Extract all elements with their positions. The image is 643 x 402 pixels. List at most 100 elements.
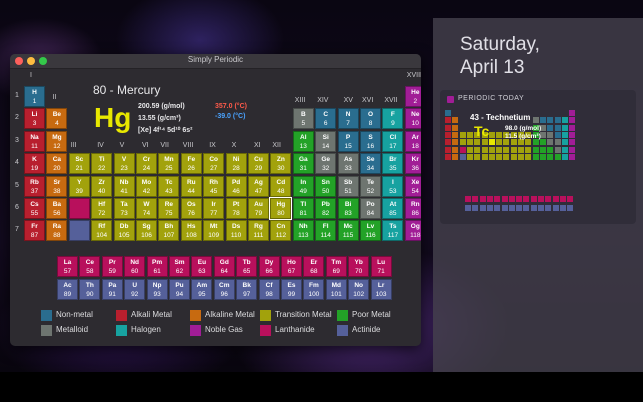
element-cell[interactable]: Gd 64 xyxy=(213,256,235,277)
element-cell[interactable]: Sn 50 xyxy=(315,175,337,197)
element-cell[interactable]: He 2 xyxy=(404,86,421,107)
element-cell[interactable]: Th 90 xyxy=(79,279,101,300)
element-cell[interactable]: As 33 xyxy=(337,153,359,175)
element-cell[interactable]: Bk 97 xyxy=(236,279,258,300)
element-cell[interactable]: Ta 73 xyxy=(113,198,135,219)
element-cell[interactable]: Si 14 xyxy=(315,130,337,152)
element-cell[interactable]: Bh 107 xyxy=(158,220,180,242)
element-cell[interactable]: Cd 48 xyxy=(270,175,292,197)
element-cell[interactable]: Ni 28 xyxy=(225,153,247,175)
element-cell[interactable]: Cl 17 xyxy=(382,130,404,152)
element-cell[interactable]: Tb 65 xyxy=(236,256,258,277)
element-cell[interactable]: Au 79 xyxy=(248,198,269,219)
element-cell[interactable]: Mo 42 xyxy=(136,175,157,197)
element-cell[interactable]: Pb 82 xyxy=(315,198,337,219)
element-cell[interactable]: Ti 22 xyxy=(91,153,113,175)
element-cell[interactable]: Li 3 xyxy=(24,108,45,130)
element-cell[interactable]: Ag 47 xyxy=(248,175,269,197)
element-cell[interactable]: Cf 98 xyxy=(258,279,280,300)
title-bar[interactable]: Simply Periodic xyxy=(10,54,421,69)
element-cell[interactable]: Pu 94 xyxy=(169,279,190,300)
element-cell[interactable]: Nd 60 xyxy=(124,256,146,277)
element-cell[interactable]: Sm 62 xyxy=(169,256,190,277)
element-cell[interactable]: Fe 26 xyxy=(180,153,202,175)
element-cell[interactable]: Nh 113 xyxy=(292,220,314,242)
element-cell[interactable]: Sr 38 xyxy=(46,175,68,197)
element-cell[interactable]: C6 xyxy=(315,108,337,130)
element-cell[interactable]: Se 34 xyxy=(360,153,381,175)
element-cell[interactable]: At 85 xyxy=(382,198,404,219)
element-cell[interactable]: Al 13 xyxy=(292,130,314,152)
element-cell[interactable]: Ar 18 xyxy=(404,130,421,152)
element-cell[interactable]: Pd 46 xyxy=(225,175,247,197)
element-cell[interactable]: Mc 115 xyxy=(337,220,359,242)
element-cell[interactable]: Pm 61 xyxy=(146,256,168,277)
element-cell[interactable]: Fm 100 xyxy=(303,279,325,300)
element-cell[interactable]: Yb 70 xyxy=(348,256,370,277)
element-cell[interactable]: H1 xyxy=(24,86,45,107)
element-cell[interactable]: Cs 55 xyxy=(24,198,45,219)
element-cell[interactable]: Ho 67 xyxy=(281,256,302,277)
element-cell[interactable]: Ce 58 xyxy=(79,256,101,277)
element-cell[interactable]: Db 105 xyxy=(113,220,135,242)
element-cell[interactable]: N7 xyxy=(337,108,359,130)
element-cell[interactable]: Rg 111 xyxy=(248,220,269,242)
element-cell[interactable] xyxy=(68,198,90,219)
element-cell[interactable]: Bi 83 xyxy=(337,198,359,219)
element-cell[interactable]: K 19 xyxy=(24,153,45,175)
element-cell[interactable]: No 102 xyxy=(348,279,370,300)
element-cell[interactable]: Fl 114 xyxy=(315,220,337,242)
element-cell[interactable]: Rf 104 xyxy=(91,220,113,242)
element-cell[interactable]: Cr 24 xyxy=(136,153,157,175)
element-cell[interactable]: Rb 37 xyxy=(24,175,45,197)
element-cell[interactable]: Lv 116 xyxy=(360,220,381,242)
element-cell[interactable]: Dy 66 xyxy=(258,256,280,277)
element-cell[interactable]: Co 27 xyxy=(203,153,225,175)
element-cell[interactable]: Ru 44 xyxy=(180,175,202,197)
element-cell[interactable]: Br 35 xyxy=(382,153,404,175)
element-cell[interactable]: Og 118 xyxy=(404,220,421,242)
element-cell[interactable]: Rn 86 xyxy=(404,198,421,219)
element-cell[interactable]: Te 52 xyxy=(360,175,381,197)
element-cell[interactable]: Rh 45 xyxy=(203,175,225,197)
element-cell[interactable]: P 15 xyxy=(337,130,359,152)
element-cell[interactable]: Fr 87 xyxy=(24,220,45,242)
element-cell[interactable]: Sb 51 xyxy=(337,175,359,197)
element-cell[interactable]: Cu 29 xyxy=(248,153,269,175)
element-cell[interactable]: Re 75 xyxy=(158,198,180,219)
element-cell[interactable]: Na 11 xyxy=(24,130,45,152)
element-cell[interactable]: Ts 117 xyxy=(382,220,404,242)
element-cell[interactable]: I 53 xyxy=(382,175,404,197)
element-cell[interactable]: Er 68 xyxy=(303,256,325,277)
element-cell[interactable]: Zn 30 xyxy=(270,153,292,175)
element-cell[interactable]: Hs 108 xyxy=(180,220,202,242)
element-cell[interactable]: Am 95 xyxy=(191,279,213,300)
element-cell[interactable]: Lr 103 xyxy=(370,279,392,300)
element-cell[interactable]: Kr 36 xyxy=(404,153,421,175)
element-cell[interactable]: Ne 10 xyxy=(404,108,421,130)
element-cell[interactable]: Ir 77 xyxy=(203,198,225,219)
element-cell[interactable]: W 74 xyxy=(136,198,157,219)
element-cell[interactable]: Be 4 xyxy=(46,108,68,130)
element-cell[interactable]: B5 xyxy=(292,108,314,130)
element-cell[interactable]: S 16 xyxy=(360,130,381,152)
element-cell[interactable]: Ba 56 xyxy=(46,198,68,219)
element-cell[interactable]: Po 84 xyxy=(360,198,381,219)
element-cell[interactable]: Hg 80 xyxy=(269,197,293,220)
element-cell[interactable]: Pr 59 xyxy=(101,256,123,277)
element-cell[interactable]: Sc 21 xyxy=(68,153,90,175)
element-cell[interactable]: Y 39 xyxy=(68,175,90,197)
element-cell[interactable]: Cn 112 xyxy=(270,220,292,242)
element-cell[interactable]: O8 xyxy=(360,108,381,130)
element-cell[interactable]: Ga 31 xyxy=(292,153,314,175)
element-cell[interactable]: Lu 71 xyxy=(370,256,392,277)
element-cell[interactable]: Md 101 xyxy=(325,279,347,300)
element-cell[interactable]: Np 93 xyxy=(146,279,168,300)
element-cell[interactable]: Ca 20 xyxy=(46,153,68,175)
element-cell[interactable]: Tm 69 xyxy=(325,256,347,277)
element-cell[interactable]: Es 99 xyxy=(281,279,302,300)
element-cell[interactable]: Ds 110 xyxy=(225,220,247,242)
element-cell[interactable]: Nb 41 xyxy=(113,175,135,197)
element-cell[interactable]: Mg 12 xyxy=(46,130,68,152)
element-cell[interactable]: Cm 96 xyxy=(213,279,235,300)
